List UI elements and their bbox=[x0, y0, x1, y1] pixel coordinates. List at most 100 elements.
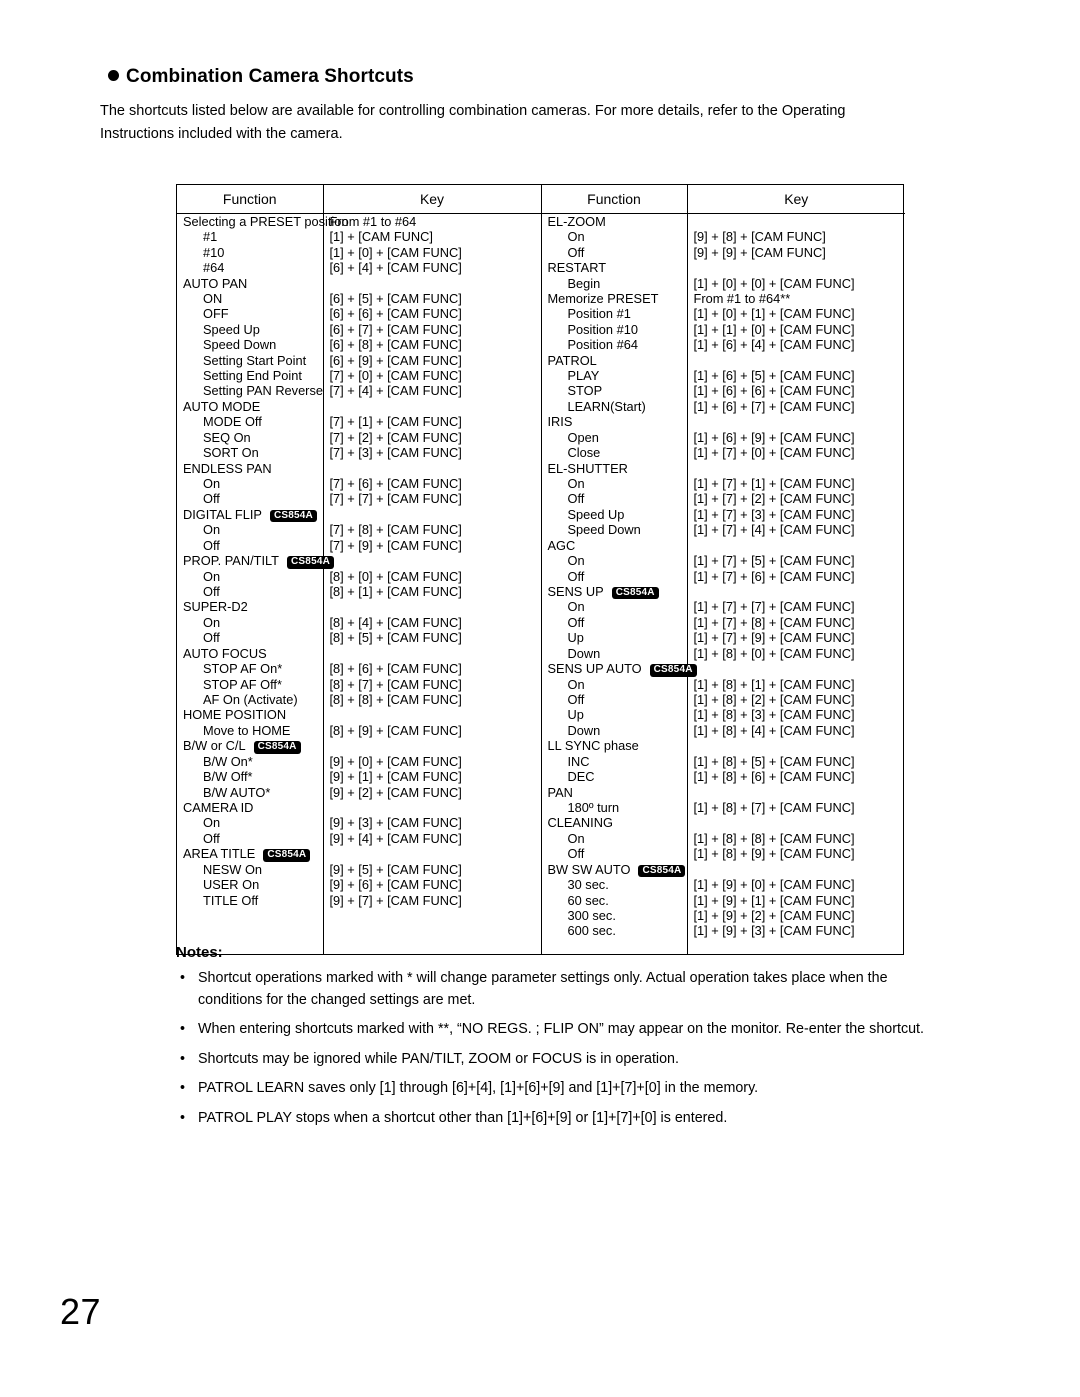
cell-key-left bbox=[322, 398, 541, 415]
cell-key-left bbox=[322, 799, 541, 816]
cell-function-right: RESTART bbox=[540, 260, 687, 276]
table-row: Off [9] + [4] + [CAM FUNC] On [1] + [8] + [… bbox=[177, 830, 905, 847]
cell-function-right: BW SW AUTO CS854A bbox=[540, 861, 687, 878]
cell-key-left: [1] + [CAM FUNC] bbox=[322, 229, 541, 245]
key-label: [1] + [9] + [3] + [CAM FUNC] bbox=[693, 923, 855, 939]
cell-key-left: [1] + [0] + [CAM FUNC] bbox=[322, 244, 541, 261]
function-label: NESW On bbox=[203, 861, 263, 877]
table-row: 600 sec. [1] + [9] + [3] + [CAM FUNC] bbox=[177, 923, 905, 939]
function-label: PROP. PAN/TILT bbox=[183, 553, 280, 569]
key-label: [7] + [8] + [CAM FUNC] bbox=[329, 522, 462, 538]
table-row: STOP AF On* [8] + [6] + [CAM FUNC] SENS UP… bbox=[177, 661, 905, 677]
function-label: Setting PAN Reverse bbox=[203, 383, 323, 399]
key-label: [8] + [8] + [CAM FUNC] bbox=[329, 691, 462, 707]
table-row: Off [8] + [5] + [CAM FUNC] Up [1] + [7] + [… bbox=[177, 630, 905, 646]
cell-key-right: [1] + [6] + [7] + [CAM FUNC] bbox=[686, 398, 905, 415]
cell-key-right: [1] + [8] + [3] + [CAM FUNC] bbox=[686, 707, 905, 723]
function-label: RESTART bbox=[547, 260, 607, 276]
function-label: Position #10 bbox=[567, 321, 638, 337]
function-label: Off bbox=[203, 830, 220, 846]
note-text: Shortcuts may be ignored while PAN/TILT,… bbox=[198, 1050, 679, 1067]
cell-key-left: [9] + [1] + [CAM FUNC] bbox=[322, 769, 541, 785]
cell-key-left: [8] + [7] + [CAM FUNC] bbox=[322, 676, 541, 692]
function-label: AF On (Activate) bbox=[203, 691, 298, 707]
cell-key-right: [1] + [8] + [4] + [CAM FUNC] bbox=[686, 722, 905, 739]
key-label: [9] + [6] + [CAM FUNC] bbox=[329, 877, 462, 893]
function-label: #64 bbox=[203, 260, 225, 276]
table-row: Selecting a PRESET position From #1 to #6… bbox=[177, 213, 905, 230]
cell-function-left: AUTO MODE bbox=[177, 399, 323, 414]
cell-key-right bbox=[686, 815, 905, 831]
function-label: Speed Down bbox=[203, 337, 277, 353]
cell-function-right: LEARN(Start) bbox=[540, 398, 687, 415]
cell-key-right: [1] + [7] + [7] + [CAM FUNC] bbox=[686, 599, 905, 615]
cell-function-right: Down bbox=[540, 645, 687, 662]
key-label: [1] + [0] + [1] + [CAM FUNC] bbox=[693, 306, 855, 322]
table-row: Off [7] + [9] + [CAM FUNC] AGC bbox=[177, 537, 905, 554]
cell-function-right: SENS UP AUTO CS854A bbox=[540, 661, 697, 677]
cell-function-right: On bbox=[540, 553, 687, 569]
cell-function-left: Off bbox=[177, 538, 323, 553]
cell-function-right: PLAY bbox=[540, 368, 687, 384]
function-label: AGC bbox=[547, 537, 576, 553]
cell-function-right: Open bbox=[540, 429, 687, 446]
cell-key-left: [8] + [0] + [CAM FUNC] bbox=[322, 568, 541, 584]
function-label: On bbox=[567, 599, 585, 615]
cell-key-right bbox=[686, 537, 905, 554]
header-function-right: Function bbox=[540, 185, 687, 214]
cell-function-left: USER On bbox=[177, 877, 323, 892]
table-row: HOME POSITION Up [1] + [8] + [3] + [CAM FU… bbox=[177, 707, 905, 723]
cell-key-right: [1] + [0] + [0] + [CAM FUNC] bbox=[686, 275, 905, 292]
cell-function-left: ENDLESS PAN bbox=[177, 461, 323, 476]
cell-key-left bbox=[322, 645, 541, 662]
table-row: ENDLESS PAN EL-SHUTTER bbox=[177, 460, 905, 476]
cell-key-right: [1] + [9] + [1] + [CAM FUNC] bbox=[686, 892, 905, 908]
cell-function-left: HOME POSITION bbox=[177, 707, 323, 722]
function-label: 600 sec. bbox=[567, 923, 616, 939]
cell-key-right bbox=[686, 583, 905, 600]
key-label: [9] + [4] + [CAM FUNC] bbox=[329, 830, 462, 846]
table-row: #10 [1] + [0] + [CAM FUNC] Off [9] + [9] + … bbox=[177, 244, 905, 261]
cell-key-left: [7] + [1] + [CAM FUNC] bbox=[322, 414, 541, 430]
table-row: STOP AF Off* [8] + [7] + [CAM FUNC] On [1] … bbox=[177, 676, 905, 692]
table-row: AUTO MODE LEARN(Start) [1] + [6] + [7] + [… bbox=[177, 398, 905, 415]
key-label: [1] + [8] + [8] + [CAM FUNC] bbox=[693, 830, 855, 846]
key-label: [1] + [7] + [3] + [CAM FUNC] bbox=[693, 506, 855, 522]
function-label: STOP AF On* bbox=[203, 661, 283, 677]
function-label: Down bbox=[567, 645, 601, 661]
function-label: INC bbox=[567, 753, 590, 769]
cell-key-left bbox=[322, 938, 541, 955]
key-label: [1] + [9] + [1] + [CAM FUNC] bbox=[693, 892, 855, 908]
function-label: Off bbox=[203, 491, 220, 507]
key-label: [9] + [8] + [CAM FUNC] bbox=[693, 229, 826, 245]
function-label: Off bbox=[567, 846, 585, 862]
key-label: [8] + [1] + [CAM FUNC] bbox=[329, 583, 462, 599]
function-label: AREA TITLE bbox=[183, 846, 256, 862]
cell-function-right: Up bbox=[540, 707, 687, 723]
cell-key-left: [8] + [4] + [CAM FUNC] bbox=[322, 614, 541, 631]
cell-key-left: [6] + [6] + [CAM FUNC] bbox=[322, 306, 541, 322]
table-row: #64 [6] + [4] + [CAM FUNC] RESTART bbox=[177, 260, 905, 276]
function-label: Speed Down bbox=[567, 522, 641, 538]
key-label: [1] + [6] + [5] + [CAM FUNC] bbox=[693, 368, 855, 384]
cell-key-right: [1] + [9] + [2] + [CAM FUNC] bbox=[686, 907, 905, 924]
table-row: AUTO FOCUS Down [1] + [8] + [0] + [CAM FUN… bbox=[177, 645, 905, 662]
table-row: Speed Up [6] + [7] + [CAM FUNC] Position #… bbox=[177, 321, 905, 338]
cell-key-right bbox=[686, 784, 905, 800]
key-label: [1] + [7] + [0] + [CAM FUNC] bbox=[693, 445, 855, 461]
table-row: On [7] + [6] + [CAM FUNC] On [1] + [7] + [1… bbox=[177, 475, 905, 492]
table-row: CAMERA ID 180º turn [1] + [8] + [7] + [CAM… bbox=[177, 799, 905, 816]
cell-function-left: ON bbox=[177, 291, 323, 306]
table-row: B/W Off* [9] + [1] + [CAM FUNC] DEC [1] + [… bbox=[177, 769, 905, 785]
table-body: Selecting a PRESET position From #1 to #6… bbox=[177, 213, 905, 955]
key-label: [1] + [7] + [4] + [CAM FUNC] bbox=[693, 522, 855, 538]
function-label: SENS UP bbox=[547, 583, 604, 599]
function-label: 300 sec. bbox=[567, 907, 616, 923]
function-label: Close bbox=[567, 445, 601, 461]
key-label: [9] + [9] + [CAM FUNC] bbox=[693, 244, 826, 260]
table-row: SUPER-D2 On [1] + [7] + [7] + [CAM FUNC] bbox=[177, 599, 905, 615]
function-label: IRIS bbox=[547, 414, 573, 430]
page: Combination Camera Shortcuts The shortcu… bbox=[0, 0, 1080, 1397]
cell-function-right: IRIS bbox=[540, 414, 687, 430]
cell-function-left: #64 bbox=[177, 260, 323, 275]
